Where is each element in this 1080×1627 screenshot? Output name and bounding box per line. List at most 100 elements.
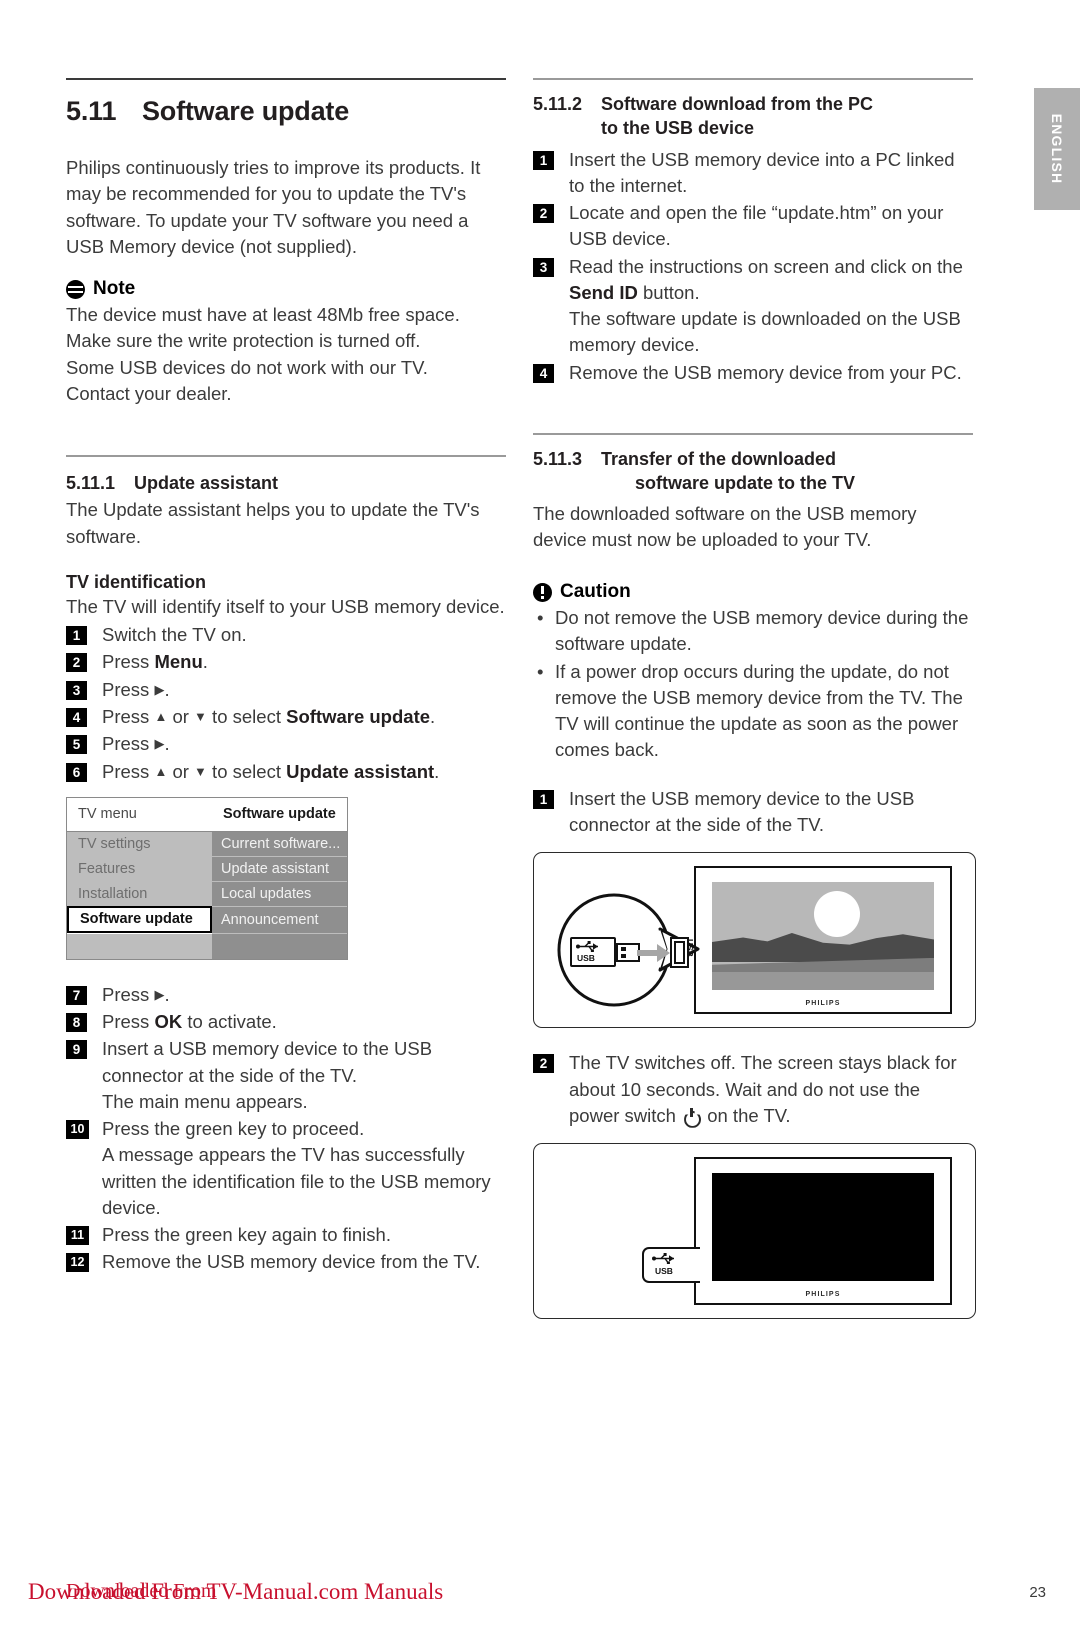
tv-menu-item-tv-settings[interactable]: TV settings (67, 831, 212, 857)
step-text: Locate and open the file “update.htm” on… (569, 202, 944, 250)
caution-heading-label: Caution (560, 581, 631, 603)
step-text: Remove the USB memory device from the TV… (102, 1251, 481, 1273)
list-item: 7 Press ▶. (66, 982, 506, 1008)
right-arrow-icon: ▶ (154, 736, 165, 752)
tv-menu-header-left: TV menu (78, 806, 137, 823)
tv-menu-option-local-updates[interactable]: Local updates (212, 881, 347, 907)
tv-menu-header: TV menu Software update (67, 798, 347, 832)
right-arrow-icon: ▶ (154, 986, 165, 1002)
section-title: Software update (142, 96, 350, 126)
step-badge: 6 (66, 762, 87, 782)
usb-plug-contact (621, 946, 626, 951)
subsection-3-title-line2: software update to the TV (635, 473, 856, 494)
step-text: Press (102, 678, 155, 700)
step-text: Press (102, 1011, 155, 1033)
note-line-3: Some USB devices do not work with our TV… (66, 356, 428, 378)
subsection-1-body: The Update assistant helps you to update… (66, 499, 480, 547)
list-item: 1 Insert the USB memory device to the US… (533, 786, 973, 839)
step-continuation: A message appears the TV has successfull… (102, 1144, 491, 1218)
section-number: 5.11 (66, 96, 117, 126)
page-title: 5.11 Software update (66, 96, 506, 127)
step-keyword: OK (154, 1011, 183, 1033)
list-item: 10 Press the green key to proceed. A mes… (66, 1116, 506, 1221)
tv-identification-steps: 1 Switch the TV on. 2 Press Menu. 3 Pres… (66, 622, 506, 785)
subsection-3-heading: 5.11.3 Transfer of the downloaded software… (533, 447, 973, 496)
tv-menu-row-empty (67, 933, 347, 959)
step-mid-2: to select (206, 760, 287, 782)
step-text: Insert a USB memory device to the USB co… (102, 1038, 433, 1086)
subsection-1-heading: 5.11.1 Update assistant (66, 471, 506, 495)
steps-after-menu: 7 Press ▶. 8 Press OK to activate. 9 Ins… (66, 982, 506, 1276)
list-item: Do not remove the USB memory device duri… (533, 605, 973, 658)
subsection-2-number: 5.11.2 (533, 94, 583, 114)
list-item: 2 Press Menu. (66, 649, 506, 675)
usb-port-slot (674, 941, 685, 965)
step-text: Press (102, 733, 155, 755)
list-item: 4 Remove the USB memory device from your… (533, 360, 973, 386)
step-mid: or (167, 760, 195, 782)
list-item: 5 Press ▶. (66, 731, 506, 757)
philips-logo: PHILIPS (805, 1000, 841, 1008)
step-mid-2: to select (206, 706, 287, 728)
tv-black-screen-illustration: PHILIPS USB (533, 1143, 976, 1320)
step-text-after: . (164, 678, 170, 700)
tv-menu-row: Features Update assistant (67, 856, 347, 882)
subsection-2-title-line2: to the USB device (601, 118, 755, 139)
list-item: 12 Remove the USB memory device from the… (66, 1249, 506, 1275)
tv-menu-item-installation[interactable]: Installation (67, 881, 212, 907)
left-column: 5.11 Software update Philips continuously… (66, 78, 506, 1277)
note-icon (66, 279, 85, 299)
step-continuation: The main menu appears. (102, 1090, 308, 1112)
subsection-1-number: 5.11.1 (66, 473, 116, 494)
step-badge: 8 (66, 1013, 87, 1033)
note-line-2: Make sure the write protection is turned… (66, 330, 421, 352)
philips-logo: PHILIPS (805, 1291, 841, 1299)
step-text-after: on the TV. (702, 1104, 791, 1126)
tv-body: PHILIPS (694, 866, 952, 1015)
tv-screen (712, 1173, 934, 1282)
step-text: Press (102, 651, 155, 673)
step-text: Switch the TV on. (102, 624, 247, 646)
caution-bullets: Do not remove the USB memory device duri… (533, 605, 973, 764)
list-item: 3 Read the instructions on screen and cl… (533, 254, 973, 359)
subsection-2-heading: 5.11.2 Software download from the PC to th… (533, 92, 973, 141)
tv-identification-heading: TV identification (66, 571, 207, 592)
step-badge: 11 (66, 1226, 89, 1246)
subsection-2-steps: 1 Insert the USB memory device into a PC… (533, 147, 973, 386)
subsection-rule (533, 78, 973, 80)
note-line-4: Contact your dealer. (66, 382, 232, 404)
subsection-3-title-line1: Transfer of the downloaded (601, 448, 837, 469)
tv-menu-row-selected: Software update Announcement (67, 905, 347, 934)
step-text: Read the instructions on screen and clic… (569, 255, 963, 277)
tv-identification-body: The TV will identify itself to your USB … (66, 595, 505, 617)
intro-paragraph: Philips continuously tries to improve it… (66, 157, 481, 257)
list-item: 2 The TV switches off. The screen stays … (533, 1050, 973, 1129)
tv-menu-option-empty (212, 933, 347, 959)
step-badge: 3 (533, 257, 554, 277)
tv-menu-item-empty (67, 933, 212, 959)
step-text: Press (102, 760, 155, 782)
step-text-after: button. (637, 281, 700, 303)
list-item: 9 Insert a USB memory device to the USB … (66, 1036, 506, 1115)
subsection-3-step-1: 1 Insert the USB memory device to the US… (533, 786, 973, 839)
step-text-after: to activate. (182, 1011, 277, 1033)
tv-menu-row: Installation Local updates (67, 881, 347, 907)
note-line-1: The device must have at least 48Mb free … (66, 304, 460, 326)
step-keyword: Software update (286, 706, 431, 728)
caution-heading: Caution (533, 581, 973, 603)
step-mid: or (167, 706, 195, 728)
step-keyword: Send ID (569, 281, 638, 303)
usb-side-port-label: USB (655, 1266, 673, 1277)
tv-menu-item-software-update[interactable]: Software update (67, 905, 212, 933)
tv-menu-option-current-software[interactable]: Current software... (212, 831, 347, 857)
step-badge: 9 (66, 1040, 87, 1060)
up-arrow-icon: ▲ (154, 763, 168, 779)
list-item: 6 Press ▲ or ▼ to select Update assistan… (66, 759, 506, 785)
up-arrow-icon: ▲ (154, 709, 168, 725)
step-text-after: . (164, 733, 170, 755)
tv-menu-option-update-assistant[interactable]: Update assistant (212, 856, 347, 882)
tv-menu-item-features[interactable]: Features (67, 856, 212, 882)
step-keyword: Menu (154, 651, 203, 673)
caution-icon (533, 582, 552, 602)
tv-menu-option-announcement[interactable]: Announcement (212, 906, 347, 934)
